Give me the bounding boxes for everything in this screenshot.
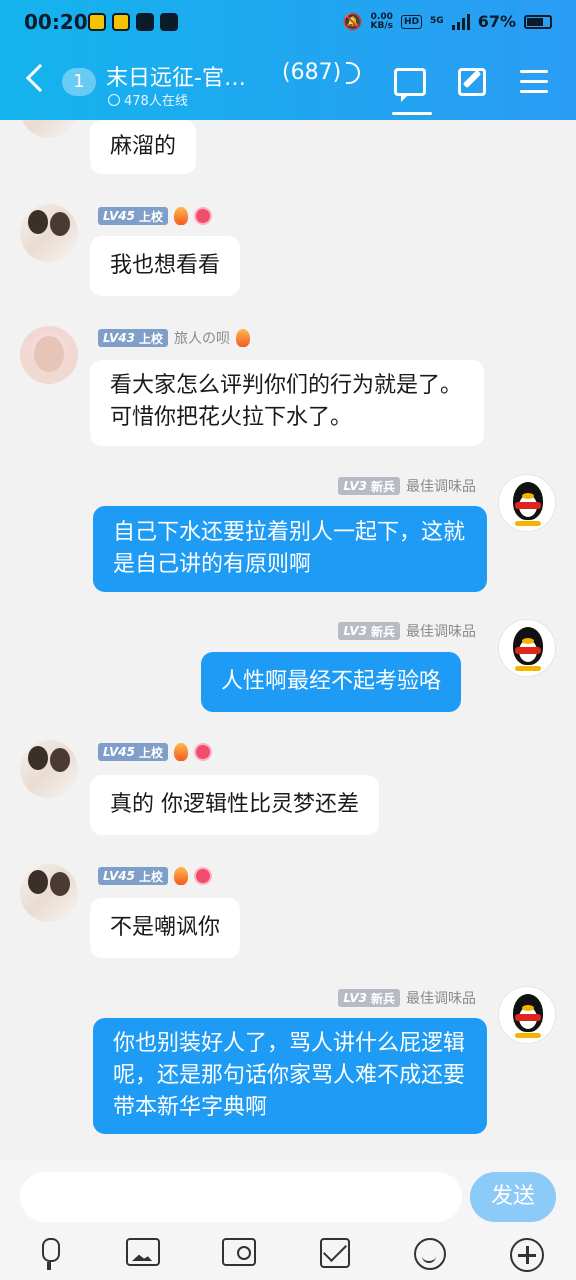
send-button[interactable]: 发送 <box>470 1172 556 1222</box>
chat-header: 00:20 🔕 0.00 KB/s HD 5G 67% 1 末日远征-官… (68… <box>0 0 576 120</box>
self-avatar[interactable] <box>498 619 556 677</box>
camera-icon[interactable] <box>222 1238 256 1266</box>
message-input[interactable] <box>20 1172 462 1222</box>
self-avatar[interactable] <box>498 474 556 532</box>
battery-percent: 67% <box>477 12 516 31</box>
microphone-icon[interactable] <box>34 1238 68 1270</box>
member-count[interactable]: (687) <box>282 60 341 85</box>
message-bubble[interactable]: 不是嘲讽你 <box>90 898 241 958</box>
fire-icon <box>174 207 188 225</box>
message-bubble[interactable]: 看大家怎么评判你们的行为就是了。可惜你把花火拉下水了。 <box>90 360 484 446</box>
medal-icon <box>194 207 212 225</box>
status-time: 00:20 <box>24 10 88 34</box>
message-list[interactable]: 麻溜的 LV45 上校 我也想看看 LV43 上校 旅人の呗 看大家怎么评判你们的行… <box>0 120 576 1160</box>
menu-icon[interactable] <box>520 70 548 94</box>
sender-name: 最佳调味品 <box>406 479 476 495</box>
input-bar: 发送 <box>0 1160 576 1280</box>
mute-bell-icon: 🔕 <box>342 12 363 31</box>
fire-icon <box>174 743 188 761</box>
message-bubble[interactable]: 自己下水还要拉着别人一起下，这就是自己讲的有原则啊 <box>93 506 487 592</box>
message-bubble[interactable]: 我也想看看 <box>90 236 241 296</box>
sender-meta: LV43 上校 旅人の呗 <box>98 328 250 348</box>
net-speed: 0.00 KB/s <box>370 11 394 31</box>
battery-icon <box>524 14 552 29</box>
earpiece-mode-icon <box>346 62 360 84</box>
sender-meta: LV45 上校 <box>98 742 212 762</box>
red-packet-icon[interactable] <box>320 1238 350 1268</box>
plus-icon[interactable] <box>510 1238 544 1272</box>
message-bubble[interactable]: 真的 你逻辑性比灵梦还差 <box>90 775 379 835</box>
self-avatar[interactable] <box>498 986 556 1044</box>
sender-name: 最佳调味品 <box>406 991 476 1007</box>
message-bubble[interactable]: 麻溜的 <box>90 120 197 174</box>
status-right: 🔕 0.00 KB/s HD 5G 67% <box>343 12 552 31</box>
unread-count-badge[interactable]: 1 <box>62 68 96 96</box>
hd-badge: HD <box>401 14 423 29</box>
image-icon[interactable] <box>126 1238 160 1266</box>
member-avatar[interactable] <box>20 740 78 798</box>
active-tab-indicator <box>392 112 432 115</box>
back-arrow-icon[interactable] <box>25 63 55 93</box>
message-bubble[interactable]: 人性啊最经不起考验咯 <box>201 652 462 712</box>
online-check-icon <box>108 93 120 106</box>
edit-icon[interactable] <box>458 68 486 96</box>
medal-icon <box>194 867 212 885</box>
app-notification-icon <box>88 13 106 31</box>
sender-meta: LV3 新兵 最佳调味品 <box>338 621 476 641</box>
group-name[interactable]: 末日远征-官… <box>106 60 246 92</box>
level-badge: LV45 上校 <box>98 743 168 761</box>
level-badge: LV45 上校 <box>98 867 168 885</box>
member-avatar[interactable] <box>20 204 78 262</box>
fire-icon <box>174 867 188 885</box>
member-avatar[interactable] <box>20 120 78 138</box>
message-bubble[interactable]: 你也别装好人了，骂人讲什么屁逻辑呢，还是那句话你家骂人难不成还要带本新华字典啊 <box>93 1018 487 1134</box>
sender-name: 旅人の呗 <box>174 331 230 347</box>
notification-icons <box>88 13 178 31</box>
level-badge: LV3 新兵 <box>338 989 400 1007</box>
medal-icon <box>194 743 212 761</box>
sender-meta: LV3 新兵 最佳调味品 <box>338 476 476 496</box>
level-badge: LV43 上校 <box>98 329 168 347</box>
chat-tab-icon[interactable] <box>394 68 426 102</box>
message-notification-icon <box>136 13 154 31</box>
status-bar: 00:20 🔕 0.00 KB/s HD 5G 67% <box>0 0 576 46</box>
nav-bar: 1 末日远征-官… (687) 478人在线 <box>0 50 576 116</box>
sender-meta: LV45 上校 <box>98 206 212 226</box>
qq-notification-icon <box>112 13 130 31</box>
sender-meta: LV3 新兵 最佳调味品 <box>338 988 476 1008</box>
member-avatar[interactable] <box>20 864 78 922</box>
level-badge: LV3 新兵 <box>338 477 400 495</box>
level-badge: LV3 新兵 <box>338 622 400 640</box>
signal-icon <box>451 13 470 30</box>
network-type: 5G <box>430 16 444 26</box>
fire-icon <box>236 329 250 347</box>
sender-name: 最佳调味品 <box>406 624 476 640</box>
book-notification-icon <box>160 13 178 31</box>
emoji-icon[interactable] <box>414 1238 446 1270</box>
member-avatar[interactable] <box>20 326 78 384</box>
level-badge: LV45 上校 <box>98 207 168 225</box>
sender-meta: LV45 上校 <box>98 866 212 886</box>
online-status: 478人在线 <box>108 90 188 109</box>
online-count: 478人在线 <box>124 94 188 109</box>
